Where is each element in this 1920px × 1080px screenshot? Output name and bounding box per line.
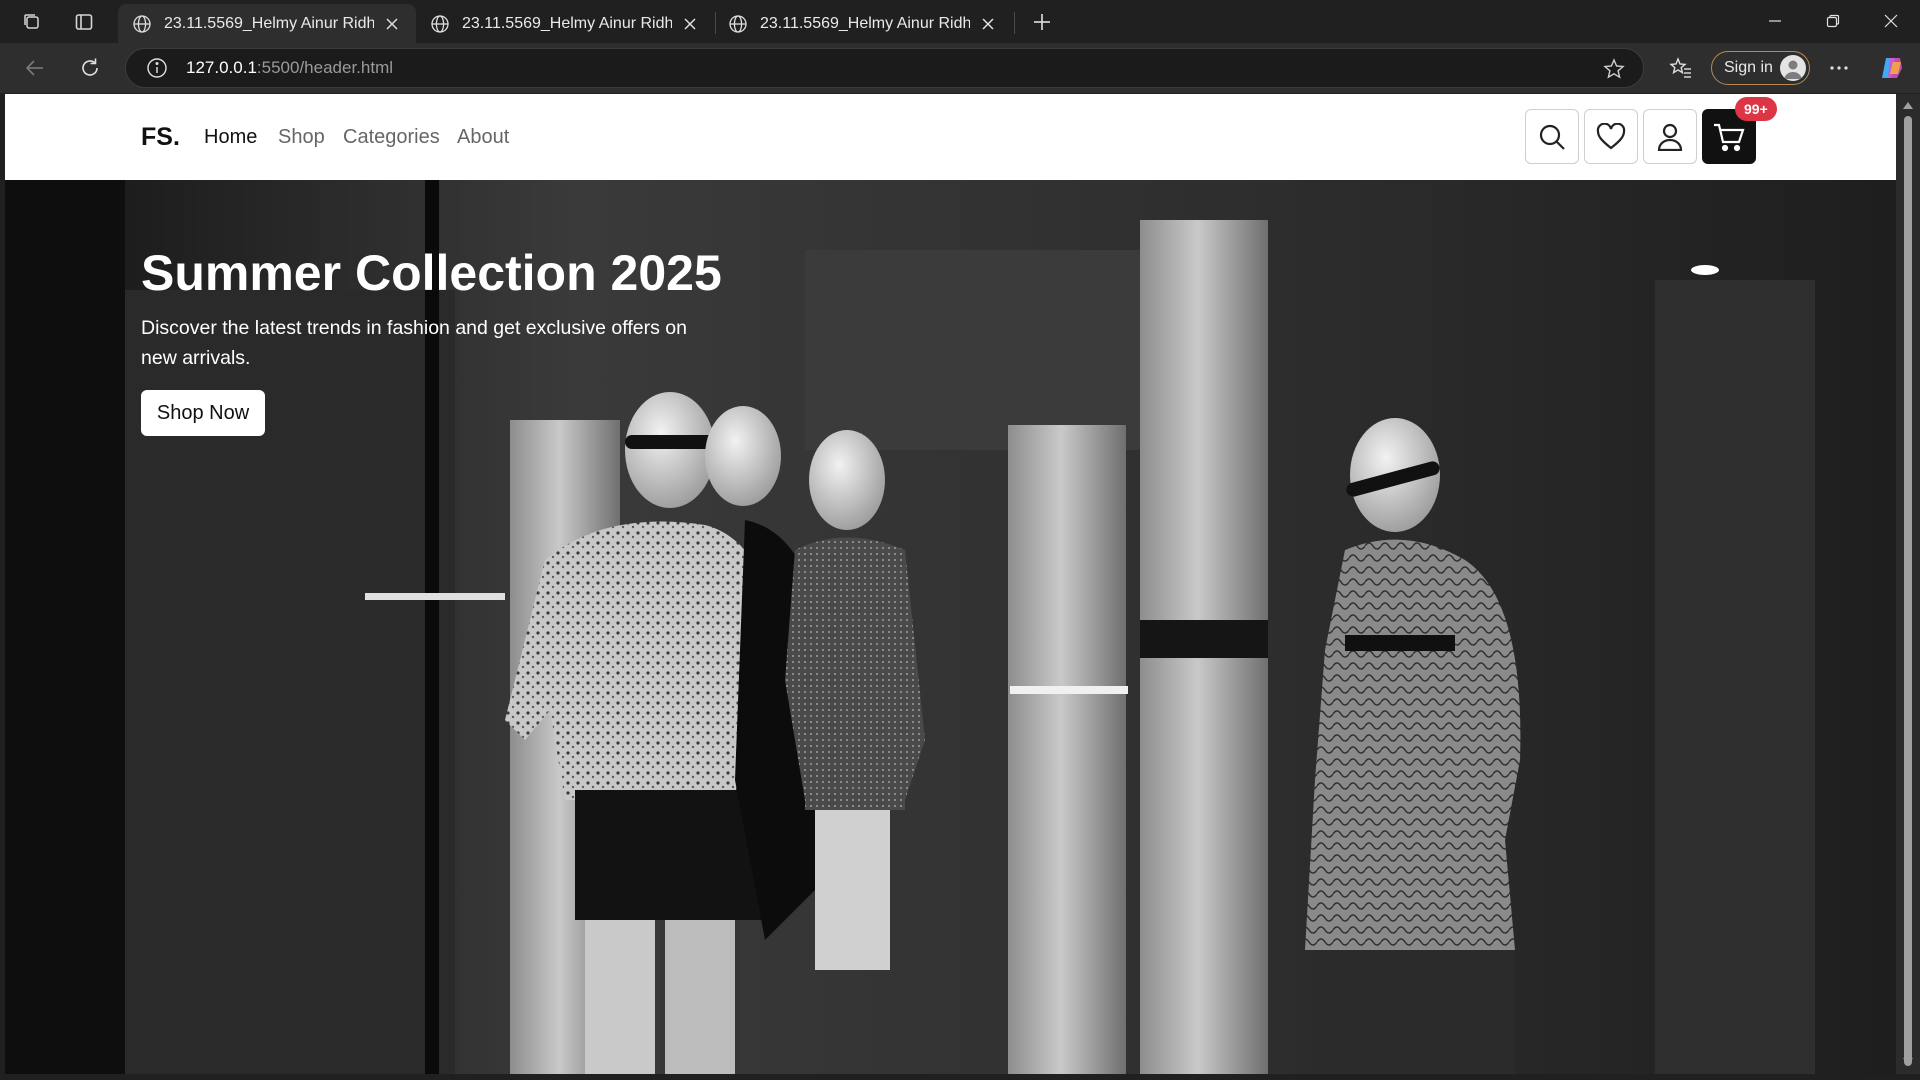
wishlist-button[interactable] — [1584, 109, 1638, 164]
hero-banner: Summer Collection 2025 Discover the late… — [5, 180, 1896, 1074]
scroll-up-icon[interactable] — [1903, 102, 1913, 109]
address-bar[interactable]: 127.0.0.1:5500/header.html — [125, 48, 1644, 88]
nav-categories[interactable]: Categories — [343, 126, 440, 149]
tab-separator — [1014, 12, 1015, 34]
nav-about[interactable]: About — [457, 126, 509, 149]
sign-in-button[interactable]: Sign in — [1711, 51, 1810, 85]
minimize-icon[interactable] — [1746, 0, 1804, 42]
new-tab-icon[interactable] — [1022, 6, 1062, 38]
tab-1[interactable]: 23.11.5569_Helmy Ainur Ridho — [118, 4, 416, 43]
nav-shop[interactable]: Shop — [278, 126, 325, 149]
tab-3[interactable]: 23.11.5569_Helmy Ainur Ridho — [714, 4, 1012, 43]
heart-icon — [1596, 122, 1626, 149]
brand-logo[interactable]: FS. — [141, 123, 180, 152]
url-path: :5500/header.html — [256, 58, 394, 77]
site-info-icon[interactable] — [146, 57, 168, 79]
close-icon[interactable] — [382, 14, 402, 34]
globe-icon — [431, 14, 449, 33]
scrollbar-thumb[interactable] — [1904, 116, 1912, 1066]
close-icon[interactable] — [680, 14, 700, 34]
account-button[interactable] — [1643, 109, 1697, 164]
favorite-star-icon[interactable] — [1603, 58, 1625, 80]
refresh-icon[interactable] — [72, 50, 108, 86]
tab-2[interactable]: 23.11.5569_Helmy Ainur Ridho — [416, 4, 714, 43]
page-scrollbar[interactable] — [1896, 94, 1920, 1074]
copilot-icon[interactable] — [1874, 50, 1910, 86]
url-host: 127.0.0.1 — [186, 58, 257, 77]
globe-icon — [133, 14, 151, 33]
hero-description: Discover the latest trends in fashion an… — [141, 317, 687, 369]
tab-actions-icon[interactable] — [64, 6, 104, 38]
window-close-icon[interactable] — [1862, 0, 1920, 42]
tab-bar: 23.11.5569_Helmy Ainur Ridho 23.11.5569_… — [0, 0, 1920, 43]
site-navbar: FS. Home Shop Categories About 99+ — [5, 94, 1896, 180]
scroll-down-icon[interactable] — [1903, 1058, 1913, 1065]
restore-icon[interactable] — [1804, 0, 1862, 42]
cart-icon — [1714, 123, 1745, 151]
workspaces-icon[interactable] — [12, 6, 52, 38]
hero-title: Summer Collection 2025 — [141, 245, 722, 301]
tab-title: 23.11.5569_Helmy Ainur Ridho — [462, 14, 672, 32]
more-icon[interactable] — [1821, 50, 1857, 86]
back-icon[interactable] — [17, 50, 53, 86]
close-icon[interactable] — [978, 14, 998, 34]
avatar — [1780, 55, 1806, 81]
tab-title: 23.11.5569_Helmy Ainur Ridho — [760, 14, 970, 32]
shop-now-button[interactable]: Shop Now — [141, 390, 265, 436]
page-viewport: FS. Home Shop Categories About 99+ Summe… — [5, 94, 1896, 1074]
window-bottom-edge — [0, 1074, 1920, 1080]
globe-icon — [729, 14, 747, 33]
favorites-icon[interactable] — [1663, 50, 1699, 86]
sign-in-label: Sign in — [1724, 59, 1773, 76]
search-button[interactable] — [1525, 109, 1579, 164]
cart-count-badge: 99+ — [1735, 97, 1777, 121]
search-icon — [1539, 124, 1565, 150]
nav-home[interactable]: Home — [204, 126, 257, 149]
tab-title: 23.11.5569_Helmy Ainur Ridho — [164, 14, 374, 32]
url-text: 127.0.0.1:5500/header.html — [186, 58, 393, 78]
browser-toolbar: 127.0.0.1:5500/header.html Sign in — [0, 43, 1920, 93]
user-icon — [1657, 123, 1683, 151]
